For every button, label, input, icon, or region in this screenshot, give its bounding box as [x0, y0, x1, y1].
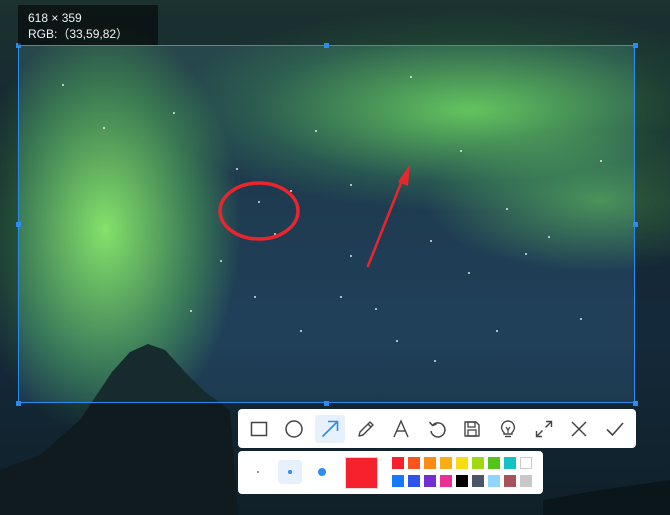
circle-icon — [285, 419, 304, 438]
palette-swatch[interactable] — [472, 475, 484, 487]
ellipse-tool[interactable] — [280, 415, 309, 443]
rectangle-tool[interactable] — [244, 415, 273, 443]
palette-swatch[interactable] — [392, 475, 404, 487]
palette-swatch[interactable] — [488, 475, 500, 487]
palette-swatch[interactable] — [456, 475, 468, 487]
rectangle-icon — [250, 421, 267, 436]
fullscreen-button[interactable] — [529, 415, 558, 443]
expand-icon — [535, 420, 552, 437]
medium-dot-icon — [288, 470, 292, 474]
palette-swatch[interactable] — [424, 457, 436, 469]
palette-swatch[interactable] — [520, 457, 532, 469]
confirm-button[interactable] — [600, 415, 629, 443]
palette-swatch[interactable] — [504, 475, 516, 487]
save-button[interactable] — [458, 415, 487, 443]
palette-swatch[interactable] — [456, 457, 468, 469]
small-dot-icon — [257, 471, 259, 473]
selection-size: 618 × 359 — [28, 11, 82, 25]
stroke-small[interactable] — [246, 460, 270, 484]
text-icon — [393, 418, 409, 437]
pencil-icon — [357, 420, 374, 437]
check-icon — [606, 421, 624, 436]
undo-button[interactable] — [422, 415, 451, 443]
arrow-icon — [321, 420, 339, 437]
palette-swatch[interactable] — [440, 457, 452, 469]
palette-swatch[interactable] — [408, 475, 420, 487]
arrow-tool[interactable] — [315, 414, 345, 443]
pencil-tool[interactable] — [351, 415, 380, 443]
palette-swatch[interactable] — [408, 457, 420, 469]
size-info-panel: 618 × 359 RGB:（33,59,82） — [18, 5, 158, 45]
palette-swatch[interactable] — [424, 475, 436, 487]
pixel-color-readout: RGB:（33,59,82） — [28, 27, 129, 41]
palette-swatch[interactable] — [488, 457, 500, 469]
palette-swatch[interactable] — [440, 475, 452, 487]
palette-swatch[interactable] — [520, 475, 532, 487]
large-dot-icon — [318, 468, 326, 476]
annotation-toolbar — [238, 409, 636, 448]
ellipse-annotation[interactable] — [218, 181, 300, 241]
arrow-annotation-head — [398, 164, 410, 186]
save-icon — [464, 420, 481, 437]
arrow-annotation-shaft[interactable] — [366, 176, 405, 268]
palette-swatch[interactable] — [504, 457, 516, 469]
cancel-button[interactable] — [565, 415, 594, 443]
close-icon — [571, 420, 587, 437]
palette-swatch[interactable] — [472, 457, 484, 469]
lightbulb-icon — [501, 419, 516, 437]
stroke-medium[interactable] — [278, 460, 302, 484]
text-tool[interactable] — [387, 415, 416, 443]
pin-button[interactable] — [493, 415, 522, 443]
undo-icon — [428, 421, 446, 438]
style-options-bar — [238, 451, 543, 494]
palette-swatch[interactable] — [392, 457, 404, 469]
stroke-large[interactable] — [310, 460, 334, 484]
color-palette — [392, 457, 537, 489]
current-color-swatch[interactable] — [345, 457, 378, 489]
